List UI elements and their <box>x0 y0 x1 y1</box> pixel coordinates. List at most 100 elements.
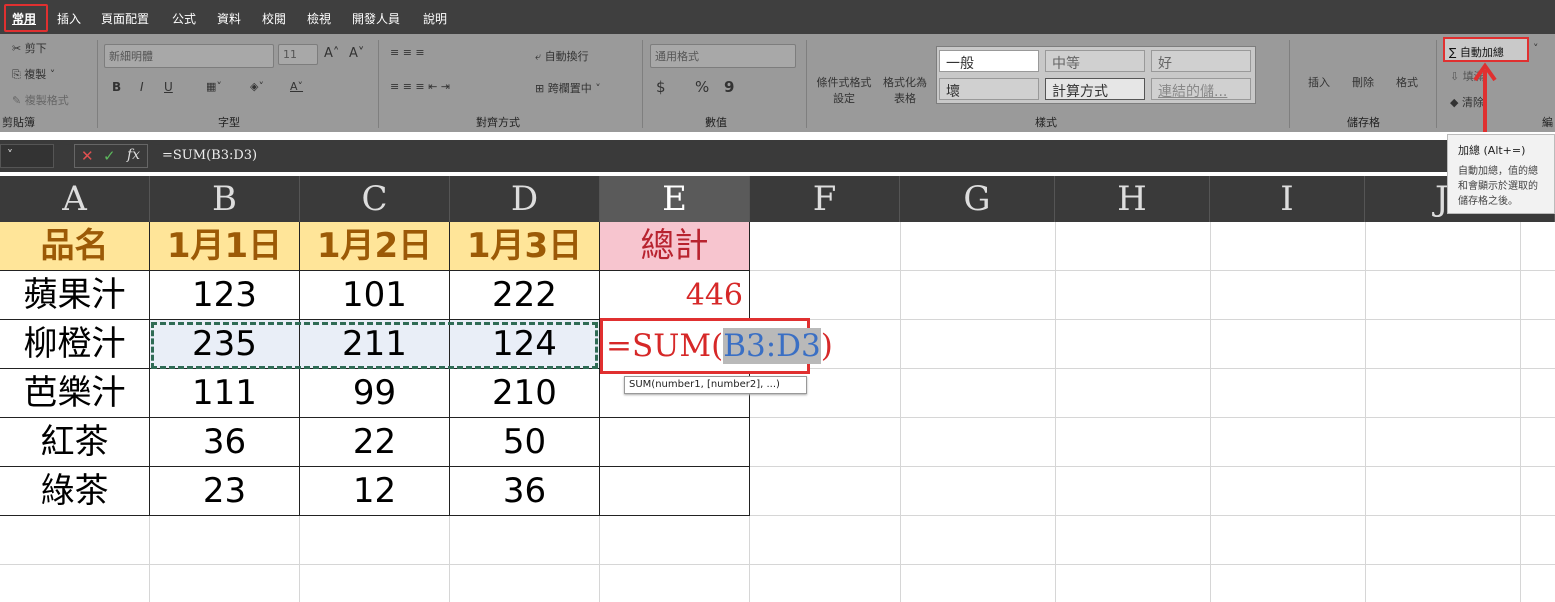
delete-cells-button[interactable]: 刪除 <box>1352 74 1374 90</box>
style-normal[interactable]: 一般 <box>939 50 1039 72</box>
formula-prefix: =SUM( <box>606 328 724 364</box>
style-bad[interactable]: 壞 <box>939 78 1039 100</box>
divider <box>1289 40 1290 128</box>
divider <box>806 40 807 128</box>
col-header-c[interactable]: C <box>300 176 450 222</box>
cell-c2[interactable]: 1月2日 <box>300 222 450 271</box>
table-cell[interactable]: 235 <box>150 320 300 369</box>
tooltip-title: 加總 (Alt+=) <box>1458 144 1526 157</box>
table-row-name[interactable]: 蘋果汁 <box>0 271 150 320</box>
font-shrink-button[interactable]: A˅ <box>349 46 364 61</box>
style-good[interactable]: 好 <box>1151 50 1251 72</box>
fx-icon[interactable]: fx <box>127 147 140 163</box>
table-cell[interactable]: 123 <box>150 271 300 320</box>
percent-button[interactable]: % <box>695 78 709 96</box>
table-cell[interactable]: 124 <box>450 320 600 369</box>
font-size-value: 11 <box>283 48 297 61</box>
italic-button[interactable]: I <box>140 80 144 94</box>
col-header-e[interactable]: E <box>600 176 750 222</box>
format-as-table-button[interactable]: 格式化為表格 <box>880 74 930 106</box>
cell-d2[interactable]: 1月3日 <box>450 222 600 271</box>
col-header-f[interactable]: F <box>750 176 900 222</box>
table-cell[interactable]: 222 <box>450 271 600 320</box>
tab-home[interactable]: 常用 <box>4 4 48 32</box>
underline-button[interactable]: U <box>164 80 173 94</box>
border-icon[interactable]: ▦˅ <box>206 80 222 93</box>
name-box[interactable]: ˅ <box>0 144 54 168</box>
cut-button[interactable]: ✂ 剪下 <box>12 40 47 56</box>
table-row-name[interactable]: 芭樂汁 <box>0 369 150 418</box>
styles-group-label: 樣式 <box>1035 116 1057 129</box>
table-cell[interactable]: 36 <box>450 467 600 516</box>
comma-button[interactable]: 9 <box>724 78 734 96</box>
currency-button[interactable]: $ <box>656 78 666 96</box>
tab-view[interactable]: 檢視 <box>307 10 331 27</box>
cancel-icon[interactable]: ✕ <box>81 147 94 165</box>
tab-data[interactable]: 資料 <box>217 10 241 27</box>
table-cell[interactable]: 12 <box>300 467 450 516</box>
style-calculation[interactable]: 計算方式 <box>1045 78 1145 100</box>
tab-formulas[interactable]: 公式 <box>172 10 196 27</box>
format-painter-button[interactable]: ✎ 複製格式 <box>12 92 69 108</box>
tab-page-layout[interactable]: 頁面配置 <box>101 10 149 27</box>
bold-button[interactable]: B <box>112 80 121 94</box>
divider <box>1436 40 1437 128</box>
col-header-a[interactable]: A <box>0 176 150 222</box>
align-top-icon[interactable]: ≡ ≡ ≡ <box>390 46 425 59</box>
table-cell[interactable]: 99 <box>300 369 450 418</box>
col-header-d[interactable]: D <box>450 176 600 222</box>
tab-review[interactable]: 校閱 <box>262 10 286 27</box>
font-color-icon[interactable]: A˅ <box>290 80 303 93</box>
tab-developer[interactable]: 開發人員 <box>352 10 400 27</box>
format-cells-button[interactable]: 格式 <box>1396 74 1418 90</box>
conditional-format-button[interactable]: 條件式格式設定 <box>814 74 874 106</box>
table-row-name[interactable]: 柳橙汁 <box>0 320 150 369</box>
fill-color-icon[interactable]: ◈˅ <box>250 80 264 93</box>
formula-input[interactable]: =SUM(B3:D3) <box>152 144 1442 168</box>
number-format-select[interactable]: 通用格式 <box>650 44 796 68</box>
table-cell[interactable]: 36 <box>150 418 300 467</box>
table-cell[interactable]: 211 <box>300 320 450 369</box>
confirm-icon[interactable]: ✓ <box>103 147 116 165</box>
col-header-h[interactable]: H <box>1055 176 1210 222</box>
tab-home-label: 常用 <box>12 12 37 26</box>
font-name-select[interactable]: 新細明體 <box>104 44 274 68</box>
total-cell[interactable]: 446 <box>600 271 750 320</box>
cell-a2[interactable]: 品名 <box>0 222 150 271</box>
cell-e2[interactable]: 總計 <box>600 222 750 271</box>
table-cell[interactable]: 22 <box>300 418 450 467</box>
cell-styles-gallery: 一般 中等 好 壞 計算方式 連結的儲... <box>936 46 1256 104</box>
table-cell[interactable]: 50 <box>450 418 600 467</box>
autosum-button[interactable]: ∑ 自動加總 <box>1443 37 1529 62</box>
wrap-text-button[interactable]: ⤶ 自動換行 <box>535 48 589 64</box>
arrow-up-icon <box>1473 62 1497 132</box>
table-row-name[interactable]: 綠茶 <box>0 467 150 516</box>
tab-insert[interactable]: 插入 <box>57 10 81 27</box>
table-row-name[interactable]: 紅茶 <box>0 418 150 467</box>
font-size-select[interactable]: 11 <box>278 44 318 65</box>
col-header-g[interactable]: G <box>900 176 1055 222</box>
merge-center-button[interactable]: ⊞ 跨欄置中 ˅ <box>535 80 601 96</box>
insert-cells-button[interactable]: 插入 <box>1308 74 1330 90</box>
tab-help[interactable]: 說明 <box>423 10 447 27</box>
menu-bar: 常用 插入 頁面配置 公式 資料 校閱 檢視 開發人員 說明 <box>0 0 1555 34</box>
table-cell[interactable]: 111 <box>150 369 300 418</box>
style-neutral[interactable]: 中等 <box>1045 50 1145 72</box>
copy-label: 複製 <box>24 68 47 81</box>
autosum-dropdown-icon[interactable]: ˅ <box>1533 42 1539 55</box>
total-cell[interactable] <box>600 467 750 516</box>
cell-b2[interactable]: 1月1日 <box>150 222 300 271</box>
formula-edit-cell[interactable]: =SUM(B3:D3) <box>600 318 833 374</box>
align-left-icon[interactable]: ≡ ≡ ≡ ⇤ ⇥ <box>390 80 450 93</box>
copy-button[interactable]: ⎘ 複製 ˅ <box>12 66 55 82</box>
col-header-i[interactable]: I <box>1210 176 1365 222</box>
table-cell[interactable]: 23 <box>150 467 300 516</box>
col-header-b[interactable]: B <box>150 176 300 222</box>
font-name-value: 新細明體 <box>109 50 153 63</box>
style-linked-cell[interactable]: 連結的儲... <box>1151 78 1251 100</box>
table-cell[interactable]: 210 <box>450 369 600 418</box>
total-cell[interactable] <box>600 418 750 467</box>
formula-buttons: ✕ ✓ fx <box>74 144 148 168</box>
table-cell[interactable]: 101 <box>300 271 450 320</box>
font-grow-button[interactable]: A˄ <box>324 46 339 61</box>
